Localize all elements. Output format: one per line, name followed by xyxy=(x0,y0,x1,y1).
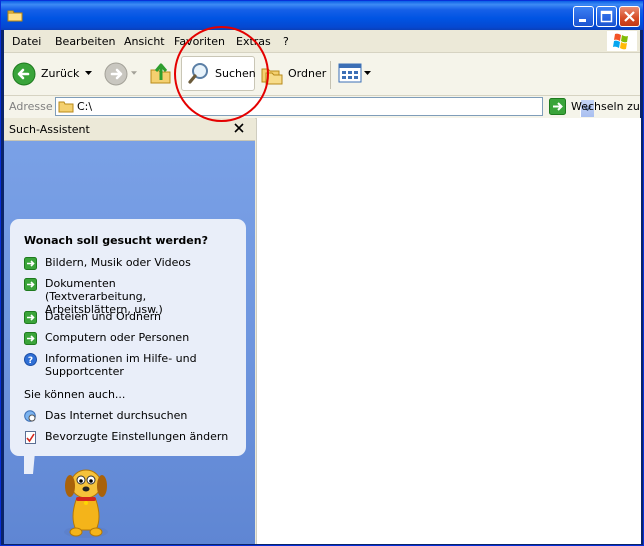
menu-help[interactable]: ? xyxy=(283,35,289,48)
views-button[interactable] xyxy=(338,63,372,85)
address-value: C:\ xyxy=(77,100,93,113)
menu-ansicht[interactable]: Ansicht xyxy=(124,35,165,48)
up-folder-button[interactable] xyxy=(148,61,174,87)
maximize-button[interactable] xyxy=(596,6,617,27)
internet-search-icon xyxy=(24,410,36,422)
file-list-area[interactable] xyxy=(256,118,641,544)
bubble-tail xyxy=(24,452,35,474)
search-panel: Such-Assistent Wonach soll gesucht werde… xyxy=(4,118,255,544)
help-icon: ? xyxy=(24,353,37,366)
menu-bearbeiten[interactable]: Bearbeiten xyxy=(55,35,115,48)
forward-button[interactable] xyxy=(102,61,137,87)
also-label: Sie können auch... xyxy=(24,388,126,401)
minimize-button[interactable] xyxy=(573,6,594,27)
search-option-label: Informationen im Hilfe- und Supportcente… xyxy=(45,352,197,378)
search-option-label: Bildern, Musik oder Videos xyxy=(45,256,191,269)
maximize-icon xyxy=(600,10,613,23)
menu-bar: Datei Bearbeiten Ansicht Favoriten Extra… xyxy=(4,30,640,53)
drive-folder-icon xyxy=(58,101,74,113)
back-arrow-icon xyxy=(12,62,36,86)
arrow-right-icon xyxy=(24,311,37,324)
back-button[interactable]: Zurück xyxy=(10,61,96,87)
search-option-label: Computern oder Personen xyxy=(45,331,190,344)
window-client: Datei Bearbeiten Ansicht Favoriten Extra… xyxy=(4,30,641,544)
folders-label: Ordner xyxy=(288,67,327,80)
address-label: Adresse xyxy=(9,100,53,113)
arrow-right-icon xyxy=(24,257,37,270)
up-folder-icon xyxy=(150,63,171,84)
back-label: Zurück xyxy=(41,67,80,80)
menu-datei[interactable]: Datei xyxy=(12,35,41,48)
search-option-label: Dateien und Ordnern xyxy=(45,310,162,323)
address-bar: Adresse C:\ Wechseln zu xyxy=(4,96,640,119)
go-label: Wechseln zu xyxy=(571,100,640,113)
extra-option-label: Bevorzugte Einstellungen ändern xyxy=(45,430,229,443)
close-icon xyxy=(624,11,635,22)
toolbar: Zurück Suchen Ordner xyxy=(4,53,640,96)
settings-checklist-icon xyxy=(25,431,36,444)
svg-text:?: ? xyxy=(28,356,33,366)
arrow-right-icon xyxy=(24,278,37,291)
arrow-right-icon xyxy=(24,332,37,345)
go-button[interactable]: Wechseln zu xyxy=(549,98,640,116)
minimize-icon xyxy=(579,19,586,22)
title-bar[interactable] xyxy=(1,1,643,30)
close-icon[interactable] xyxy=(234,123,244,133)
extra-option-label: Das Internet durchsuchen xyxy=(45,409,188,422)
toolbar-separator xyxy=(330,61,331,89)
explorer-window: Datei Bearbeiten Ansicht Favoriten Extra… xyxy=(0,0,644,546)
search-assistant-bubble: Wonach soll gesucht werden? Bildern, Mus… xyxy=(10,219,246,456)
windows-flag-icon xyxy=(613,33,628,50)
folder-icon xyxy=(7,10,23,22)
annotation-circle xyxy=(174,26,269,122)
address-input[interactable]: C:\ xyxy=(55,97,594,117)
windows-logo xyxy=(607,31,637,51)
go-arrow-icon xyxy=(549,98,566,115)
search-dog-icon[interactable] xyxy=(54,466,118,542)
back-dropdown-icon[interactable] xyxy=(85,70,92,76)
views-dropdown-icon[interactable] xyxy=(364,70,371,76)
views-icon xyxy=(338,63,362,83)
close-button[interactable] xyxy=(619,6,640,27)
search-panel-title: Such-Assistent xyxy=(9,123,90,136)
search-question: Wonach soll gesucht werden? xyxy=(24,234,208,247)
forward-arrow-icon xyxy=(104,62,128,86)
forward-dropdown-icon[interactable] xyxy=(131,70,137,76)
